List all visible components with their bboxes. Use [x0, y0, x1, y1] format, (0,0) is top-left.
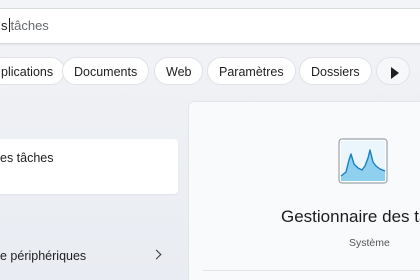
search-suggestion-text: tâches	[10, 18, 49, 33]
filter-chip-label: Dossiers	[311, 65, 360, 79]
text-caret	[8, 18, 10, 32]
app-category: Système	[349, 237, 390, 249]
filter-chip-label: Documents	[74, 65, 138, 79]
app-detail-panel: Gestionnaire des tâ Système	[188, 101, 420, 280]
filter-chip-dossiers[interactable]: Dossiers	[299, 57, 372, 85]
app-name: Gestionnaire des tâ	[281, 207, 420, 226]
filter-chip-label: Web	[166, 65, 192, 79]
divider	[203, 270, 420, 271]
filter-chip-applications[interactable]: plications	[0, 57, 66, 85]
task-manager-icon[interactable]	[338, 138, 388, 184]
more-filters-button[interactable]	[376, 57, 410, 85]
list-item[interactable]: e périphériques	[0, 241, 178, 271]
chevron-right-icon	[151, 249, 162, 260]
filter-chip-label: plications	[1, 65, 54, 79]
best-match-result[interactable]: es tâches	[0, 139, 178, 194]
search-input[interactable]: s tâches	[0, 8, 420, 44]
list-item-label: e périphériques	[0, 249, 87, 263]
filter-chip-parametres[interactable]: Paramètres	[207, 57, 296, 85]
filter-chip-documents[interactable]: Documents	[62, 57, 150, 85]
filter-chip-label: Paramètres	[219, 65, 284, 79]
filter-chip-web[interactable]: Web	[154, 57, 204, 85]
filter-chips: plications Documents Web Paramètres Doss…	[0, 57, 420, 87]
search-query: s tâches	[1, 18, 49, 33]
play-icon	[390, 66, 399, 79]
search-typed-text: s	[1, 18, 8, 33]
best-match-label: es tâches	[0, 151, 54, 165]
